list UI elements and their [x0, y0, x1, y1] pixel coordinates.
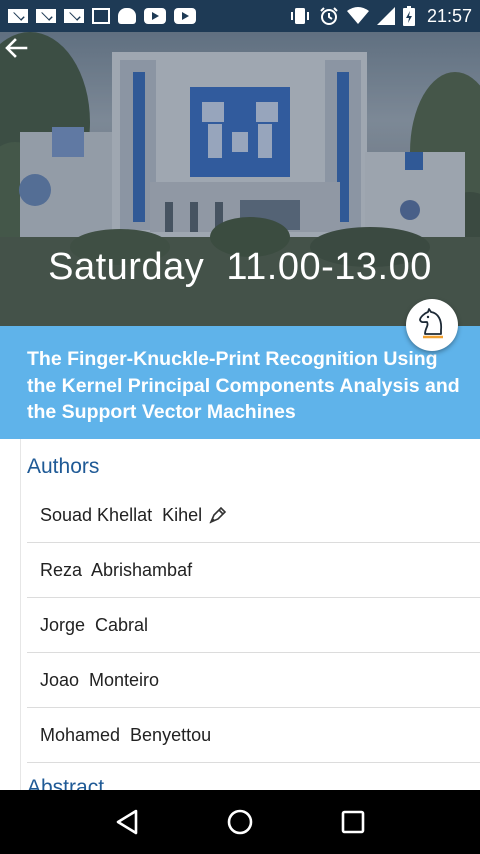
navigation-bar: [0, 790, 480, 854]
signal-icon: [376, 7, 395, 25]
presenter-pen-icon: [209, 506, 227, 524]
author-name: Jorge Cabral: [40, 614, 149, 635]
vibrate-icon: [290, 8, 309, 24]
content-card: Authors Souad Khellat Kihel Reza Abrisha…: [20, 439, 480, 790]
author-name: Reza Abrishambaf: [40, 559, 193, 580]
nav-recents-button[interactable]: [333, 802, 373, 842]
author-item[interactable]: Jorge Cabral: [27, 598, 480, 653]
author-item[interactable]: Mohamed Benyettou: [27, 708, 480, 763]
system-icons: 21:57: [289, 6, 472, 27]
nav-back-button[interactable]: [107, 802, 147, 842]
nav-recents-icon: [342, 810, 365, 834]
battery-icon: [402, 6, 415, 26]
nav-home-button[interactable]: [220, 802, 260, 842]
android-icon: [118, 8, 136, 24]
author-item[interactable]: Joao Monteiro: [27, 653, 480, 708]
nav-home-icon: [227, 809, 253, 835]
youtube-icon: [144, 8, 166, 24]
alarm-icon: [320, 7, 338, 25]
authors-heading: Authors: [27, 455, 100, 478]
nav-back-icon: [116, 809, 137, 835]
chess-knight-icon: [419, 308, 443, 339]
status-time: 21:57: [426, 5, 472, 26]
mail-icon: [64, 9, 84, 23]
knight-logo-button[interactable]: [406, 299, 458, 351]
author-name: Joao Monteiro: [40, 669, 160, 690]
mail-icon: [36, 9, 56, 23]
mail-icon: [8, 9, 28, 23]
hero-header: Saturday 11.00-13.00: [0, 32, 480, 326]
author-item[interactable]: Reza Abrishambaf: [27, 543, 480, 598]
session-time-title: Saturday 11.00-13.00: [48, 246, 432, 288]
author-name: Mohamed Benyettou: [40, 724, 212, 745]
paper-title: The Finger-Knuckle-Print Recognition Usi…: [27, 348, 460, 423]
author-list: Souad Khellat Kihel Reza Abrishambaf Jor…: [27, 488, 480, 763]
status-bar: 21:57: [0, 0, 480, 32]
youtube-icon: [174, 8, 196, 24]
paper-title-banner: The Finger-Knuckle-Print Recognition Usi…: [0, 326, 480, 439]
author-name: Souad Khellat Kihel: [40, 504, 203, 525]
notification-icons: [8, 8, 196, 24]
back-arrow-icon[interactable]: [0, 32, 32, 64]
author-item[interactable]: Souad Khellat Kihel: [27, 488, 480, 543]
wifi-icon: [346, 7, 369, 24]
content-area[interactable]: Authors Souad Khellat Kihel Reza Abrisha…: [0, 439, 480, 790]
abstract-heading: Abstract: [27, 776, 105, 790]
image-icon: [92, 8, 110, 24]
